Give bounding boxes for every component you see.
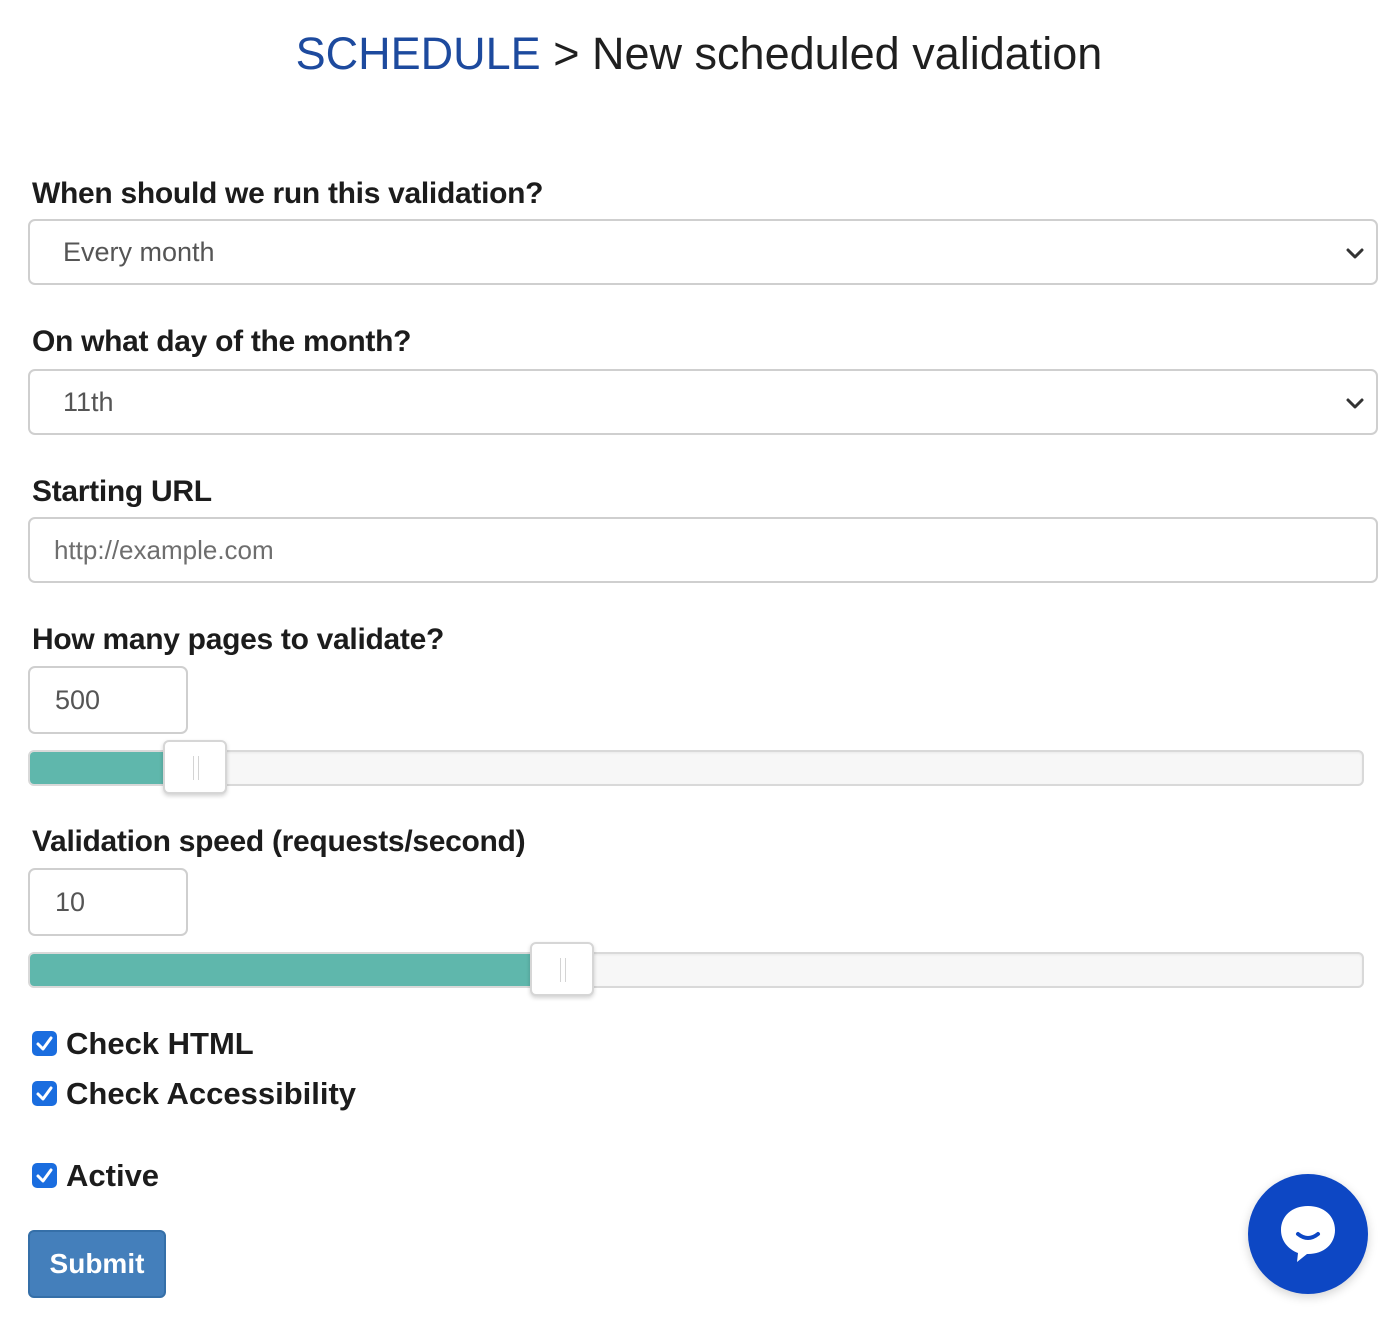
day-of-month-select[interactable]: 11th <box>28 369 1378 435</box>
check-html-label: Check HTML <box>66 1026 254 1061</box>
speed-slider-handle[interactable] <box>529 942 594 996</box>
chevron-down-icon <box>1346 248 1364 259</box>
check-accessibility-checkbox[interactable] <box>32 1081 57 1106</box>
active-checkbox[interactable] <box>32 1163 57 1188</box>
pages-slider-handle[interactable] <box>163 740 228 794</box>
active-label: Active <box>66 1158 160 1193</box>
speed-slider-fill <box>30 954 530 986</box>
pages-slider-fill <box>30 752 164 784</box>
chat-icon <box>1281 1206 1335 1262</box>
breadcrumb-separator: > <box>553 28 580 79</box>
pages-slider[interactable] <box>28 740 1364 794</box>
speed-label: Validation speed (requests/second) <box>32 825 526 858</box>
page-heading: New scheduled validation <box>592 28 1103 79</box>
speed-input[interactable] <box>28 868 188 936</box>
chat-widget-button[interactable] <box>1248 1174 1368 1294</box>
slider-grip-icon <box>193 756 200 780</box>
starting-url-input[interactable] <box>28 517 1378 583</box>
day-of-month-select-value: 11th <box>63 387 114 417</box>
pages-label: How many pages to validate? <box>32 623 445 656</box>
slider-grip-icon <box>559 958 566 982</box>
starting-url-label: Starting URL <box>32 475 212 508</box>
breadcrumb-schedule-link[interactable]: SCHEDULE <box>296 28 541 79</box>
check-html-checkbox[interactable] <box>32 1031 57 1056</box>
submit-button[interactable]: Submit <box>28 1230 166 1298</box>
frequency-select-value: Every month <box>63 237 215 267</box>
speed-slider[interactable] <box>28 942 1364 996</box>
chevron-down-icon <box>1346 398 1364 409</box>
checkmark-icon <box>36 1086 53 1101</box>
frequency-select[interactable]: Every month <box>28 219 1378 285</box>
pages-count-input[interactable] <box>28 666 188 734</box>
day-of-month-label: On what day of the month? <box>32 325 412 358</box>
check-accessibility-label: Check Accessibility <box>66 1076 357 1111</box>
checkmark-icon <box>36 1036 53 1051</box>
page-title: SCHEDULE > New scheduled validation <box>0 26 1398 82</box>
frequency-label: When should we run this validation? <box>32 177 544 210</box>
checkmark-icon <box>36 1168 53 1183</box>
